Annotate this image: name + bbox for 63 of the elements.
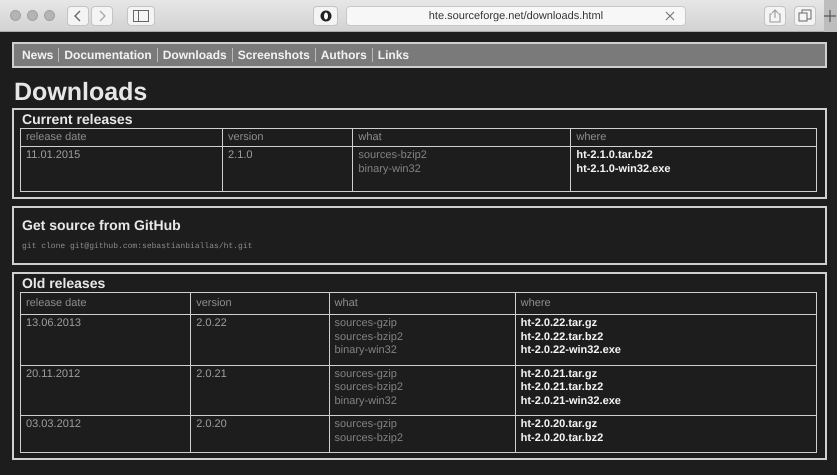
table-cell: 11.01.2015: [20, 146, 223, 192]
address-field[interactable]: hte.sourceforge.net/downloads.html: [346, 6, 686, 26]
nav-link[interactable]: News: [22, 48, 54, 62]
download-link[interactable]: ht-2.0.21.tar.bz2: [520, 381, 811, 394]
extension-button[interactable]: [313, 6, 338, 26]
column-header: where: [570, 128, 816, 146]
column-header: release date: [20, 292, 191, 314]
chevron-left-icon: [74, 10, 82, 22]
file-type: sources-bzip2: [334, 432, 404, 445]
column-header: where: [515, 292, 816, 314]
chevron-right-icon: [98, 10, 106, 22]
sidebar-icon: [133, 10, 150, 22]
table-cell: 2.1.0: [222, 146, 353, 192]
file-type: sources-gzip: [334, 317, 398, 330]
nav-link[interactable]: Authors: [320, 48, 367, 62]
download-link[interactable]: ht-2.0.21-win32.exe: [520, 394, 811, 408]
download-link[interactable]: ht-2.0.20.tar.bz2: [520, 432, 811, 445]
table-cell: 2.0.21: [190, 365, 330, 416]
column-header: version: [190, 292, 330, 314]
url-text: hte.sourceforge.net/downloads.html: [428, 10, 604, 22]
download-link[interactable]: ht-2.0.22.tar.bz2: [520, 330, 811, 344]
nav-link[interactable]: Downloads: [162, 48, 227, 62]
code-line: git clone git@github.com:sebastianbiallas/ht.git: [22, 242, 254, 251]
column-header: release date: [20, 128, 223, 146]
tabs-icon: [798, 8, 812, 22]
download-link[interactable]: ht-2.0.20.tar.gz: [520, 418, 811, 432]
file-type: sources-bzip2: [334, 330, 404, 344]
file-type: binary-win32: [334, 344, 398, 358]
download-link[interactable]: ht-2.1.0-win32.exe: [576, 162, 811, 176]
section-heading: Current releases: [22, 111, 134, 128]
table-cell: 03.03.2012: [20, 416, 191, 452]
section-heading: Old releases: [22, 275, 106, 292]
download-link[interactable]: ht-2.1.0.tar.bz2: [576, 149, 811, 162]
file-type: sources-gzip: [334, 368, 398, 381]
file-type: binary-win32: [334, 394, 398, 408]
download-link[interactable]: ht-2.0.22.tar.gz: [520, 317, 811, 330]
nav-link[interactable]: Links: [378, 48, 410, 62]
circle-o-icon: [320, 10, 332, 22]
download-link[interactable]: ht-2.0.21.tar.gz: [520, 368, 811, 381]
plus-icon: [824, 10, 836, 22]
sidebar-button[interactable]: [127, 6, 156, 26]
download-link[interactable]: ht-2.0.22-win32.exe: [520, 344, 811, 358]
file-type: binary-win32: [358, 162, 422, 176]
column-header: what: [329, 292, 516, 314]
page-title: Downloads: [14, 78, 148, 106]
table-cell: 2.0.20: [190, 416, 330, 452]
file-type: sources-bzip2: [358, 149, 428, 162]
share-button[interactable]: [764, 6, 786, 26]
new-tab-button[interactable]: [824, 0, 837, 32]
section-heading: Get source from GitHub: [22, 216, 182, 234]
column-header: what: [352, 128, 571, 146]
column-header: version: [222, 128, 353, 146]
table-cell: 2.0.22: [190, 314, 330, 365]
file-type: sources-gzip: [334, 418, 398, 432]
file-type: sources-bzip2: [334, 381, 404, 394]
nav-link[interactable]: Documentation: [64, 48, 152, 62]
back-button[interactable]: [67, 6, 89, 26]
share-icon: [768, 8, 781, 22]
table-cell: 13.06.2013: [20, 314, 191, 365]
tabs-button[interactable]: [794, 6, 816, 26]
close-icon[interactable]: [664, 10, 675, 20]
nav-link[interactable]: Screenshots: [238, 48, 310, 62]
table-cell: 20.11.2012: [20, 365, 191, 416]
